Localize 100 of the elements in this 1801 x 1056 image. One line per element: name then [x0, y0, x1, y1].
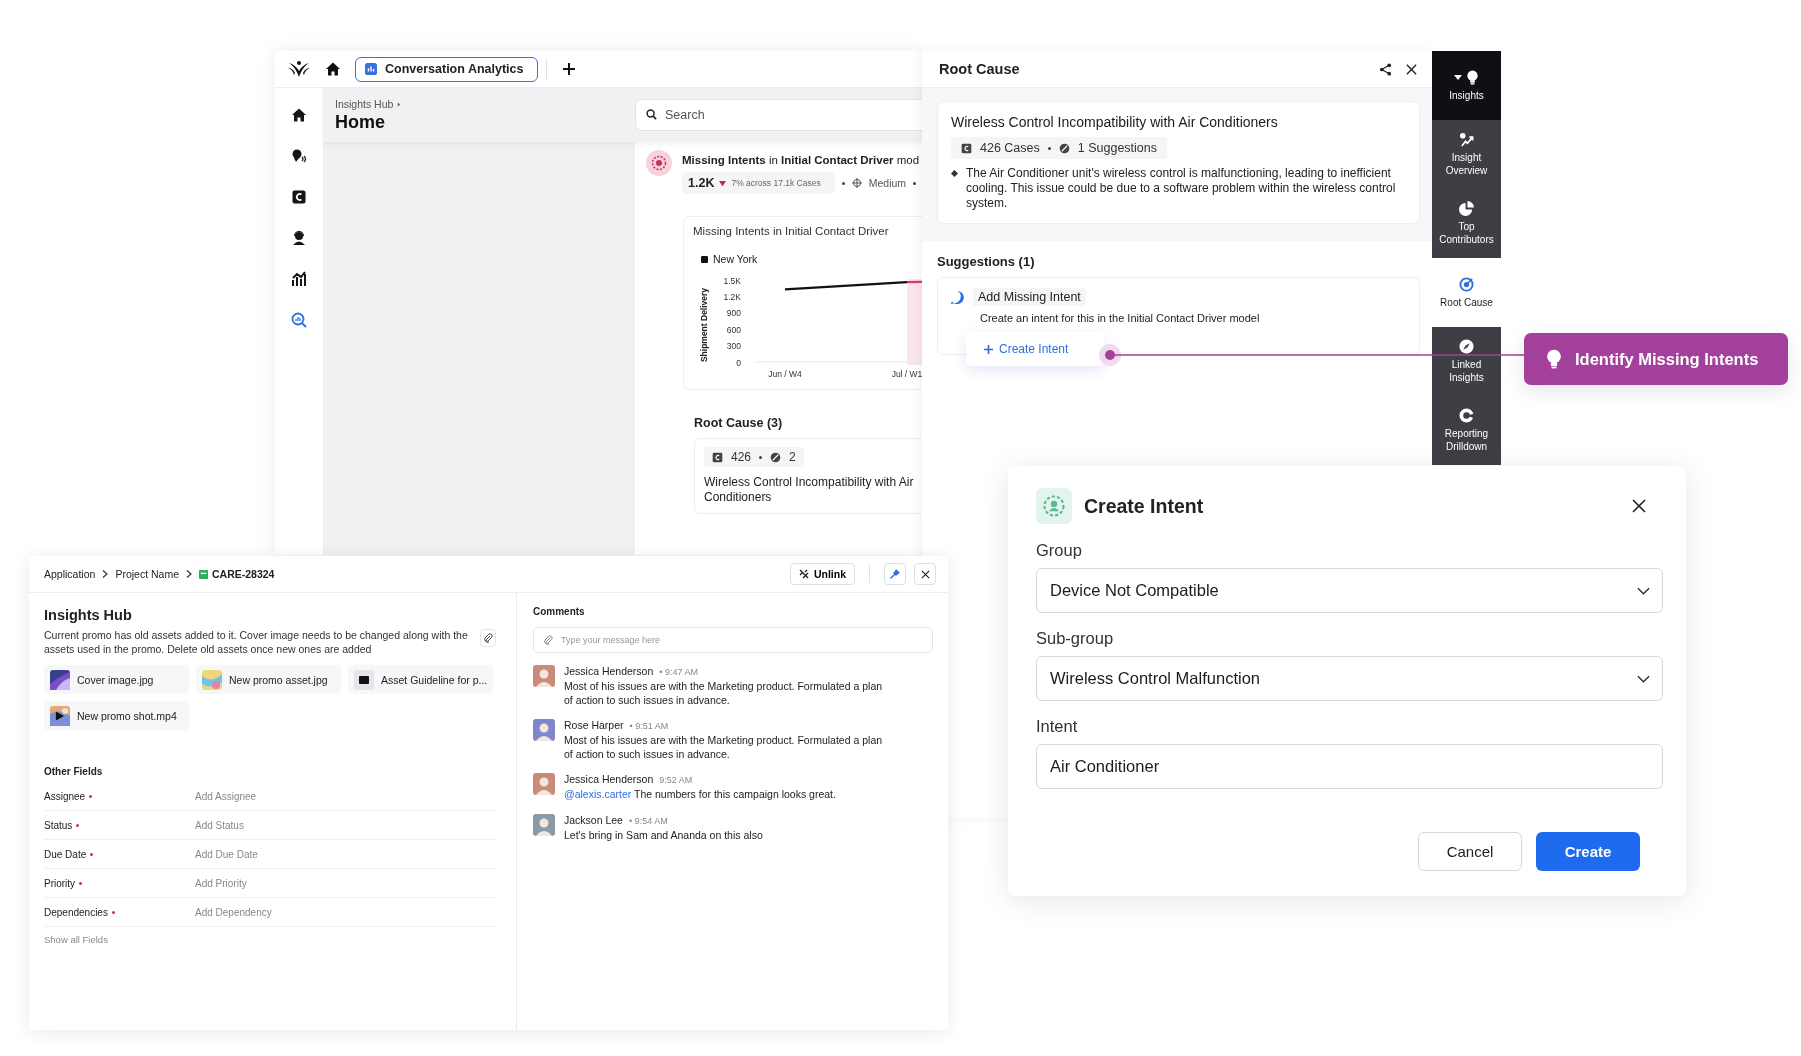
search-field[interactable]: Search [635, 99, 922, 131]
dropdown-field[interactable]: Device Not Compatible [1036, 568, 1663, 613]
root-cause-title: Wireless Control Incompatibility with Air Conditioners [951, 114, 1279, 130]
tick-label: 1.5K [723, 275, 741, 286]
attachment-chip[interactable]: Cover image.jpg [44, 665, 189, 694]
tick-label: 0 [736, 357, 741, 368]
close-icon[interactable] [1405, 62, 1418, 76]
rail-tab[interactable]: Top Contributors [1432, 189, 1501, 258]
page-title: Home [335, 112, 386, 133]
suggestion-title: Add Missing Intent [973, 288, 1086, 306]
timestamp: 9:52 AM [659, 775, 693, 785]
severity-label: Medium [868, 177, 907, 189]
agent-icon[interactable] [291, 230, 307, 246]
cancel-button[interactable]: Cancel [1418, 832, 1522, 871]
chevron-right-icon [185, 570, 193, 578]
create-button[interactable]: Create [1536, 832, 1640, 871]
show-all-link[interactable]: Show all Fields [44, 934, 496, 945]
comment-field[interactable]: Type your message here [533, 627, 933, 653]
avatar-icon [533, 719, 555, 741]
trend-down-icon [719, 179, 727, 187]
dropdown-field[interactable]: Wireless Control Malfunction [1036, 656, 1663, 701]
suggestion-count: 1 Suggestions [1077, 141, 1157, 155]
mention-link[interactable]: @alexis.carter [564, 788, 632, 800]
attachment-chip[interactable]: New promo shot.mp4 [44, 701, 189, 730]
timestamp: • 9:51 AM [629, 721, 669, 731]
tick-label: 600 [726, 324, 741, 335]
home-icon[interactable] [325, 61, 341, 77]
author-name: Jackson Lee [564, 813, 623, 826]
callout-text: Identify Missing Intents [1575, 349, 1759, 369]
description-text: The Air Conditioner unit's wireless control is malfunctioning, leading to inefficient cooling. This issue could be due to a software problem within the wireless control system. [966, 166, 1397, 211]
field-label: Status [44, 819, 73, 831]
insight-badge-icon [646, 150, 672, 176]
field-label: Sub-group [1036, 629, 1115, 648]
speaking-head-icon[interactable] [291, 148, 307, 164]
section-heading: Root Cause (3) [694, 416, 784, 430]
breadcrumb-link[interactable]: Insights Hub [335, 98, 394, 110]
rail-tab[interactable]: Insight Overview [1432, 120, 1501, 189]
rail-tab[interactable]: Reporting Drilldown [1432, 396, 1501, 465]
case-count: 1.2K [688, 176, 715, 190]
description-text: Current promo has old assets added to it. Cover image needs to be changed along with the assets used in the promo. Delete old assets once new ones are added [44, 629, 469, 656]
field-input[interactable]: Add Status [195, 819, 395, 831]
donut-chart-icon [1459, 408, 1474, 423]
chevron-down-icon [1637, 674, 1650, 683]
plus-icon [983, 343, 994, 355]
attachment-chip[interactable]: Asset Guideline for p... [348, 665, 493, 694]
case-icon[interactable] [291, 189, 307, 205]
home-icon[interactable] [291, 107, 307, 123]
caret-icon [1453, 73, 1462, 81]
case-icon [961, 142, 972, 154]
author-name: Rose Harper [564, 719, 624, 731]
field-label: Group [1036, 541, 1083, 560]
chevron-down-icon [1637, 586, 1650, 595]
breadcrumb-current: CARE-28324 [212, 568, 275, 580]
comment-text: Most of his issues are with the Marketing product. Formulated a plan of action to such issues in advance. [564, 734, 884, 761]
panel-title: Root Cause [939, 61, 1021, 77]
share-icon[interactable] [1379, 62, 1392, 76]
compass-icon [1459, 339, 1474, 354]
chevron-right-icon [101, 570, 110, 578]
close-button[interactable] [914, 563, 936, 585]
unlink-button[interactable]: Unlink [789, 563, 855, 585]
ticket-icon [199, 569, 208, 579]
legend-swatch [701, 255, 708, 263]
field-input[interactable]: Add Priority [195, 877, 395, 889]
chart-title: Missing Intents in Initial Contact Driver [693, 225, 890, 237]
tab[interactable]: Conversation Analytics [355, 56, 538, 82]
search-chart-icon[interactable] [291, 312, 307, 328]
field-label: Assignee [44, 790, 86, 802]
pin-button[interactable] [884, 563, 906, 585]
author-name: Jessica Henderson [564, 773, 654, 785]
attachment-chip[interactable]: New promo asset.jpg [196, 665, 341, 694]
insight-title: Missing Intents in Initial Contact Driver mod [682, 154, 920, 166]
legend-label: New York [713, 253, 758, 265]
field-input[interactable]: Add Dependency [195, 906, 395, 918]
field-label: Due Date [44, 848, 87, 860]
create-intent-button[interactable]: Create Intent [966, 332, 1105, 366]
attach-button[interactable] [480, 629, 496, 647]
suggestion-text: Create an intent for this in the Initial Contact Driver model [980, 312, 1261, 324]
tick-label: Jun / W4 [768, 369, 802, 379]
breadcrumb-link[interactable]: Application [44, 568, 96, 580]
text-field[interactable]: Air Conditioner [1036, 744, 1663, 789]
close-icon[interactable] [1632, 499, 1646, 513]
root-cause-title: Wireless Control Incompatibility with Air Conditioners [704, 475, 915, 505]
plus-icon[interactable] [561, 61, 577, 77]
rail-tab[interactable]: Insights [1432, 51, 1501, 120]
field-input[interactable]: Add Due Date [195, 848, 395, 860]
rail-tab[interactable]: Linked Insights [1432, 327, 1501, 396]
bulb-icon [1545, 349, 1563, 369]
case-icon [712, 451, 723, 463]
bar-chart-icon[interactable] [291, 271, 307, 287]
ticket-title: Insights Hub [44, 607, 133, 623]
avatar-icon [533, 665, 555, 687]
field-label: Dependencies [44, 906, 108, 918]
section-heading: Comments [533, 606, 586, 617]
avatar-icon [533, 773, 555, 795]
crosshair-icon [851, 178, 862, 188]
field-input[interactable]: Add Assignee [195, 790, 395, 802]
chart-icon [365, 63, 377, 75]
breadcrumb-link[interactable]: Project Name [115, 568, 179, 580]
dialog-title: Create Intent [1084, 494, 1205, 518]
root-cause-card[interactable]: 426 2 Wireless Control Incompatibility with Air Conditioners [694, 438, 922, 514]
